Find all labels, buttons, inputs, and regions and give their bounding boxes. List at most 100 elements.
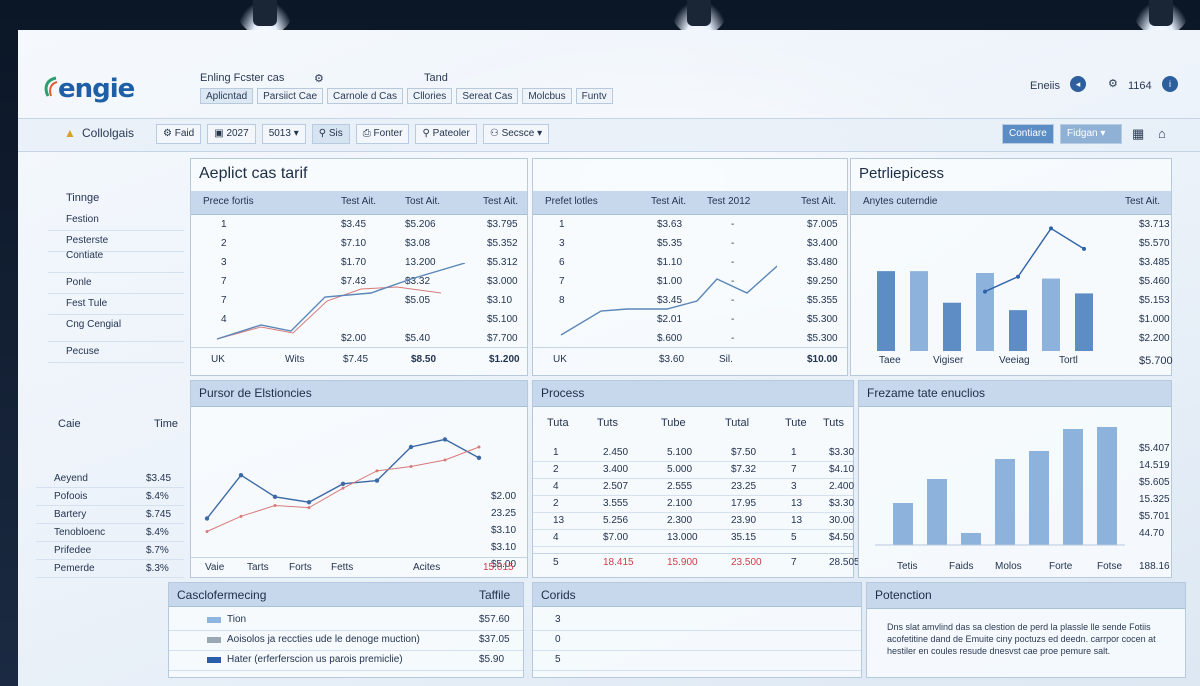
table-cell: 2.507 [603, 481, 629, 492]
tab-item[interactable]: Cllories [406, 88, 453, 104]
contiare-button[interactable]: Contiare [1002, 124, 1054, 144]
table-cell: 23.90 [731, 515, 757, 526]
table-cell: $5.300 [807, 333, 838, 344]
table-row[interactable]: 2 3.555 2.100 17.95 13 $3.30 [533, 496, 854, 513]
table-cell: $9.250 [807, 276, 838, 287]
filter-button[interactable]: ⚙ Faid [156, 124, 202, 144]
search-button[interactable]: ⚲ Pateoler [415, 124, 477, 144]
list-item[interactable]: 3 [533, 611, 861, 631]
user-avatar[interactable]: ◂ [1070, 76, 1086, 92]
tab-item[interactable]: Parsiict Cae [257, 88, 324, 104]
axis-value: $2.00 [491, 491, 517, 502]
tab-item[interactable]: Molcbus [522, 88, 572, 104]
table-cell: $3.45 [341, 219, 367, 230]
table-row[interactable]: 13 5.256 2.300 23.90 13 30.00 [533, 513, 854, 530]
sidebar: Tinnge Festion Pesterste Contiate Ponle … [48, 186, 184, 363]
frezame-title: Frezame tate enuclios [859, 381, 1171, 407]
sidebar-item[interactable]: Fest Tule [48, 294, 184, 315]
table-row[interactable]: 4 $7.00 13.000 35.15 5 $4.50 [533, 530, 854, 547]
axis-value: $2.200 [1139, 333, 1170, 344]
list-item[interactable]: Bartery $.745 [36, 506, 184, 524]
prefer-line-chart [560, 265, 777, 336]
legend-swatch [207, 657, 221, 663]
table-row[interactable]: 1 2.450 5.100 $7.50 1 $3.30 [533, 445, 855, 462]
footer-cell: 5 [553, 557, 559, 568]
table-cell: 3.555 [603, 498, 629, 509]
sidebar-item[interactable]: Festion [48, 210, 184, 231]
potenction-title: Potenction [867, 583, 1185, 609]
tab-item[interactable]: Carnole d Cas [327, 88, 403, 104]
casciofe-header: Casclofermecing Taffile [169, 583, 523, 607]
line-point [204, 516, 210, 521]
view-button[interactable]: ⚲ Sis [311, 124, 350, 144]
table-footer: 5 18.415 15.900 23.500 7 28.505 [533, 553, 860, 573]
line-point [307, 506, 311, 510]
table-cell: 2 [553, 498, 559, 509]
table-cell: $5.355 [807, 295, 838, 306]
table-cell: 5 [791, 532, 797, 543]
tab-item[interactable]: Funtv [575, 88, 613, 104]
petrl-header: Anytes cuterndie Test Ait. [851, 191, 1171, 215]
list-item[interactable]: 5 [533, 651, 861, 671]
table-cell: $3.30 [829, 447, 855, 458]
info-icon[interactable]: i [1162, 76, 1178, 92]
home-icon[interactable]: ⌂ [1158, 126, 1166, 141]
fidgan-select[interactable]: Fidgan ▾ [1060, 124, 1122, 144]
sidebar-item[interactable]: Ponle [48, 273, 184, 294]
table-row[interactable]: 4 2.507 2.555 23.25 3 2.400 [533, 479, 855, 496]
print-button[interactable]: ⎙ Fonter [355, 124, 410, 144]
axis-value: $3.713 [1139, 219, 1170, 230]
list-item[interactable]: Tenobloenc $.4% [36, 524, 184, 542]
sidebar-item[interactable]: Cng Cengial [48, 318, 184, 342]
brand-logo[interactable]: engie [58, 74, 135, 104]
table-row[interactable]: 2 3.400 5.000 $7.32 7 $4.10 [533, 462, 855, 479]
list-item-value: 0 [555, 634, 561, 645]
list-item[interactable]: Pemerde $.3% [36, 560, 184, 578]
table-cell: $7.10 [341, 238, 367, 249]
table-cell: 2.400 [829, 481, 855, 492]
bar [1063, 429, 1083, 545]
axis-value: 44.70 [1139, 528, 1165, 539]
period-select[interactable]: 5013 ▾ [261, 124, 306, 144]
legend-row[interactable]: Aoisolos ja reccties ude le denoge mucti… [169, 631, 523, 651]
legend-row[interactable]: Hater (erferferscion us parois premiclie… [169, 651, 523, 671]
table-cell: 13 [791, 515, 803, 526]
table-cell: $4.10 [829, 464, 855, 475]
line-point [408, 444, 414, 450]
table-cell: 3 [791, 481, 797, 492]
grid-icon[interactable]: ▦ [1132, 126, 1144, 142]
list-item[interactable]: Prifedee $.7% [36, 542, 184, 560]
sidebar-item[interactable]: Pecuse [48, 342, 184, 363]
petrl-panel: Petrliepicess Anytes cuterndie Test Ait.… [850, 158, 1173, 376]
user-name[interactable]: Eneiis [1030, 80, 1060, 92]
table-cell: - [731, 238, 735, 249]
table-cell: 2.300 [667, 515, 693, 526]
legend-row[interactable]: Tion $57.60 [169, 611, 523, 631]
table-cell: 1 [559, 219, 565, 230]
tab-item[interactable]: Sereat Cas [456, 88, 519, 104]
table-cell: $7.00 [603, 532, 629, 543]
table-cell: 2 [221, 238, 227, 249]
table-cell: - [731, 219, 735, 230]
tab-active[interactable]: Aplicntad [200, 88, 254, 104]
settings-icon[interactable]: ⚙ [1108, 77, 1118, 90]
bar [961, 533, 981, 545]
footer-cell: 23.500 [731, 557, 762, 568]
settings-icon[interactable]: ⚙ [314, 72, 324, 85]
table-cell: $7.005 [807, 219, 838, 230]
year-select[interactable]: ▣ 2027 [207, 124, 256, 144]
table-cell: $3.480 [807, 257, 838, 268]
table-cell: 2.555 [667, 481, 693, 492]
toolbar-controls: ⚙ Faid ▣ 2027 5013 ▾ ⚲ Sis ⎙ Fonter ⚲ Pa… [156, 124, 550, 144]
sidebar-item[interactable]: Contiate [48, 250, 184, 273]
list-item[interactable]: Aeyend $3.45 [36, 470, 184, 488]
sidebar-item[interactable]: Pesterste [48, 231, 184, 252]
header-extra: Tand [424, 72, 448, 84]
axis-value: $5.605 [1139, 477, 1170, 488]
list-item[interactable]: 0 [533, 631, 861, 651]
share-select[interactable]: ⚇ Secsce ▾ [482, 124, 550, 144]
bar [877, 271, 895, 351]
line-point [1016, 274, 1020, 279]
prefer-footer: UK $3.60 Sil. $10.00 [533, 347, 847, 365]
list-item[interactable]: Pofoois $.4% [36, 488, 184, 506]
